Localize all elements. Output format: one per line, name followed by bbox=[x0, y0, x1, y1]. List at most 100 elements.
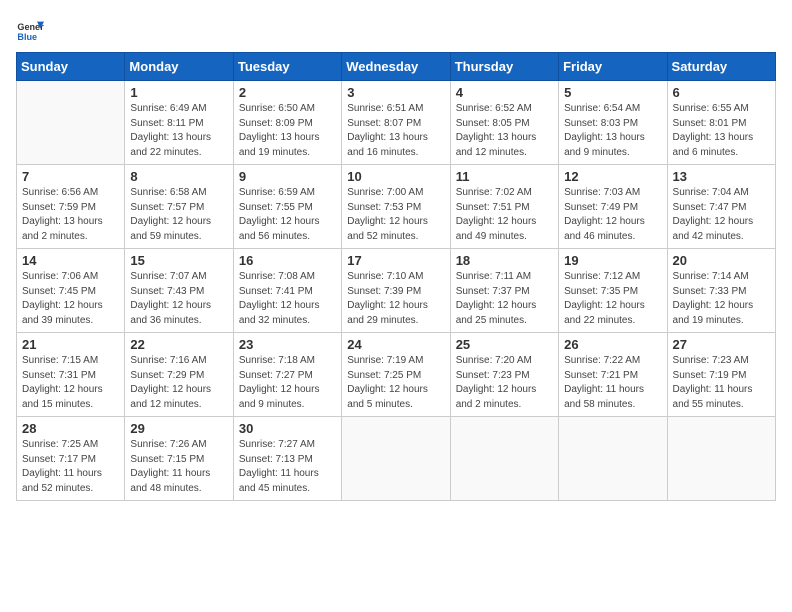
day-number: 12 bbox=[564, 169, 661, 184]
day-info: Sunrise: 6:54 AMSunset: 8:03 PMDaylight:… bbox=[564, 102, 661, 160]
weekday-sunday: Sunday bbox=[17, 53, 125, 81]
day-cell: 11 Sunrise: 7:02 AMSunset: 7:51 PMDayligh… bbox=[450, 165, 558, 249]
weekday-monday: Monday bbox=[125, 53, 233, 81]
day-number: 5 bbox=[564, 85, 661, 100]
day-cell: 26 Sunrise: 7:22 AMSunset: 7:21 PMDayligh… bbox=[559, 333, 667, 417]
week-row-4: 28 Sunrise: 7:25 AMSunset: 7:17 PMDayligh… bbox=[17, 417, 776, 501]
day-number: 17 bbox=[347, 253, 444, 268]
day-cell: 20 Sunrise: 7:14 AMSunset: 7:33 PMDayligh… bbox=[667, 249, 775, 333]
day-cell: 13Sunrise: 7:04 AMSunset: 7:47 PMDayligh… bbox=[667, 165, 775, 249]
day-number: 9 bbox=[239, 169, 336, 184]
weekday-saturday: Saturday bbox=[667, 53, 775, 81]
weekday-wednesday: Wednesday bbox=[342, 53, 450, 81]
day-number: 3 bbox=[347, 85, 444, 100]
day-info: Sunrise: 6:58 AMSunset: 7:57 PMDaylight:… bbox=[130, 186, 227, 244]
day-number: 23 bbox=[239, 337, 336, 352]
day-number: 27 bbox=[673, 337, 770, 352]
day-cell: 1 Sunrise: 6:49 AMSunset: 8:11 PMDaylight… bbox=[125, 81, 233, 165]
day-info: Sunrise: 6:49 AMSunset: 8:11 PMDaylight:… bbox=[130, 102, 227, 160]
day-number: 8 bbox=[130, 169, 227, 184]
day-cell: 12 Sunrise: 7:03 AMSunset: 7:49 PMDayligh… bbox=[559, 165, 667, 249]
day-number: 13 bbox=[673, 169, 770, 184]
day-cell: 5 Sunrise: 6:54 AMSunset: 8:03 PMDaylight… bbox=[559, 81, 667, 165]
day-number: 14 bbox=[22, 253, 119, 268]
day-info: Sunrise: 7:19 AMSunset: 7:25 PMDaylight:… bbox=[347, 354, 444, 412]
weekday-tuesday: Tuesday bbox=[233, 53, 341, 81]
day-number: 24 bbox=[347, 337, 444, 352]
day-info: Sunrise: 7:15 AMSunset: 7:31 PMDaylight:… bbox=[22, 354, 119, 412]
day-info: Sunrise: 7:27 AMSunset: 7:13 PMDaylight:… bbox=[239, 438, 336, 496]
day-cell: 15 Sunrise: 7:07 AMSunset: 7:43 PMDayligh… bbox=[125, 249, 233, 333]
week-row-3: 21Sunrise: 7:15 AMSunset: 7:31 PMDayligh… bbox=[17, 333, 776, 417]
day-info: Sunrise: 6:59 AMSunset: 7:55 PMDaylight:… bbox=[239, 186, 336, 244]
day-cell: 16 Sunrise: 7:08 AMSunset: 7:41 PMDayligh… bbox=[233, 249, 341, 333]
day-cell: 25 Sunrise: 7:20 AMSunset: 7:23 PMDayligh… bbox=[450, 333, 558, 417]
day-info: Sunrise: 7:20 AMSunset: 7:23 PMDaylight:… bbox=[456, 354, 553, 412]
day-number: 2 bbox=[239, 85, 336, 100]
day-cell: 14 Sunrise: 7:06 AMSunset: 7:45 PMDayligh… bbox=[17, 249, 125, 333]
day-cell bbox=[342, 417, 450, 501]
day-cell: 4 Sunrise: 6:52 AMSunset: 8:05 PMDaylight… bbox=[450, 81, 558, 165]
day-info: Sunrise: 7:18 AMSunset: 7:27 PMDaylight:… bbox=[239, 354, 336, 412]
day-info: Sunrise: 7:07 AMSunset: 7:43 PMDaylight:… bbox=[130, 270, 227, 328]
day-info: Sunrise: 6:51 AMSunset: 8:07 PMDaylight:… bbox=[347, 102, 444, 160]
day-number: 10 bbox=[347, 169, 444, 184]
day-number: 16 bbox=[239, 253, 336, 268]
day-info: Sunrise: 7:22 AMSunset: 7:21 PMDaylight:… bbox=[564, 354, 661, 412]
day-cell: 28 Sunrise: 7:25 AMSunset: 7:17 PMDayligh… bbox=[17, 417, 125, 501]
header: General Blue bbox=[16, 16, 776, 44]
day-info: Sunrise: 7:02 AMSunset: 7:51 PMDaylight:… bbox=[456, 186, 553, 244]
day-info: Sunrise: 7:11 AMSunset: 7:37 PMDaylight:… bbox=[456, 270, 553, 328]
day-info: Sunrise: 7:26 AMSunset: 7:15 PMDaylight:… bbox=[130, 438, 227, 496]
day-number: 22 bbox=[130, 337, 227, 352]
day-cell: 3 Sunrise: 6:51 AMSunset: 8:07 PMDaylight… bbox=[342, 81, 450, 165]
day-cell: 7 Sunrise: 6:56 AMSunset: 7:59 PMDaylight… bbox=[17, 165, 125, 249]
day-number: 15 bbox=[130, 253, 227, 268]
day-info: Sunrise: 7:16 AMSunset: 7:29 PMDaylight:… bbox=[130, 354, 227, 412]
day-info: Sunrise: 7:00 AMSunset: 7:53 PMDaylight:… bbox=[347, 186, 444, 244]
day-cell: 24 Sunrise: 7:19 AMSunset: 7:25 PMDayligh… bbox=[342, 333, 450, 417]
day-info: Sunrise: 6:56 AMSunset: 7:59 PMDaylight:… bbox=[22, 186, 119, 244]
day-cell bbox=[450, 417, 558, 501]
day-info: Sunrise: 7:12 AMSunset: 7:35 PMDaylight:… bbox=[564, 270, 661, 328]
day-cell: 23 Sunrise: 7:18 AMSunset: 7:27 PMDayligh… bbox=[233, 333, 341, 417]
day-cell: 19 Sunrise: 7:12 AMSunset: 7:35 PMDayligh… bbox=[559, 249, 667, 333]
day-cell: 10 Sunrise: 7:00 AMSunset: 7:53 PMDayligh… bbox=[342, 165, 450, 249]
day-number: 29 bbox=[130, 421, 227, 436]
day-cell bbox=[667, 417, 775, 501]
day-number: 1 bbox=[130, 85, 227, 100]
day-number: 11 bbox=[456, 169, 553, 184]
day-cell bbox=[17, 81, 125, 165]
day-cell: 2 Sunrise: 6:50 AMSunset: 8:09 PMDaylight… bbox=[233, 81, 341, 165]
day-info: Sunrise: 7:06 AMSunset: 7:45 PMDaylight:… bbox=[22, 270, 119, 328]
day-number: 18 bbox=[456, 253, 553, 268]
day-number: 19 bbox=[564, 253, 661, 268]
day-cell: 9 Sunrise: 6:59 AMSunset: 7:55 PMDaylight… bbox=[233, 165, 341, 249]
day-cell: 30 Sunrise: 7:27 AMSunset: 7:13 PMDayligh… bbox=[233, 417, 341, 501]
day-cell: 21Sunrise: 7:15 AMSunset: 7:31 PMDayligh… bbox=[17, 333, 125, 417]
day-info: Sunrise: 6:50 AMSunset: 8:09 PMDaylight:… bbox=[239, 102, 336, 160]
day-info: Sunrise: 7:23 AMSunset: 7:19 PMDaylight:… bbox=[673, 354, 770, 412]
day-info: Sunrise: 7:03 AMSunset: 7:49 PMDaylight:… bbox=[564, 186, 661, 244]
day-number: 26 bbox=[564, 337, 661, 352]
day-number: 4 bbox=[456, 85, 553, 100]
day-number: 28 bbox=[22, 421, 119, 436]
calendar-body: 1 Sunrise: 6:49 AMSunset: 8:11 PMDaylight… bbox=[17, 81, 776, 501]
day-cell: 17Sunrise: 7:10 AMSunset: 7:39 PMDayligh… bbox=[342, 249, 450, 333]
day-info: Sunrise: 7:25 AMSunset: 7:17 PMDaylight:… bbox=[22, 438, 119, 496]
day-number: 25 bbox=[456, 337, 553, 352]
week-row-0: 1 Sunrise: 6:49 AMSunset: 8:11 PMDaylight… bbox=[17, 81, 776, 165]
day-number: 6 bbox=[673, 85, 770, 100]
day-cell: 8 Sunrise: 6:58 AMSunset: 7:57 PMDaylight… bbox=[125, 165, 233, 249]
day-info: Sunrise: 7:14 AMSunset: 7:33 PMDaylight:… bbox=[673, 270, 770, 328]
day-cell: 29 Sunrise: 7:26 AMSunset: 7:15 PMDayligh… bbox=[125, 417, 233, 501]
week-row-2: 14 Sunrise: 7:06 AMSunset: 7:45 PMDayligh… bbox=[17, 249, 776, 333]
day-info: Sunrise: 7:08 AMSunset: 7:41 PMDaylight:… bbox=[239, 270, 336, 328]
day-number: 20 bbox=[673, 253, 770, 268]
day-number: 30 bbox=[239, 421, 336, 436]
day-number: 7 bbox=[22, 169, 119, 184]
day-cell bbox=[559, 417, 667, 501]
day-info: Sunrise: 6:52 AMSunset: 8:05 PMDaylight:… bbox=[456, 102, 553, 160]
logo-icon: General Blue bbox=[16, 16, 44, 44]
day-cell: 27 Sunrise: 7:23 AMSunset: 7:19 PMDayligh… bbox=[667, 333, 775, 417]
